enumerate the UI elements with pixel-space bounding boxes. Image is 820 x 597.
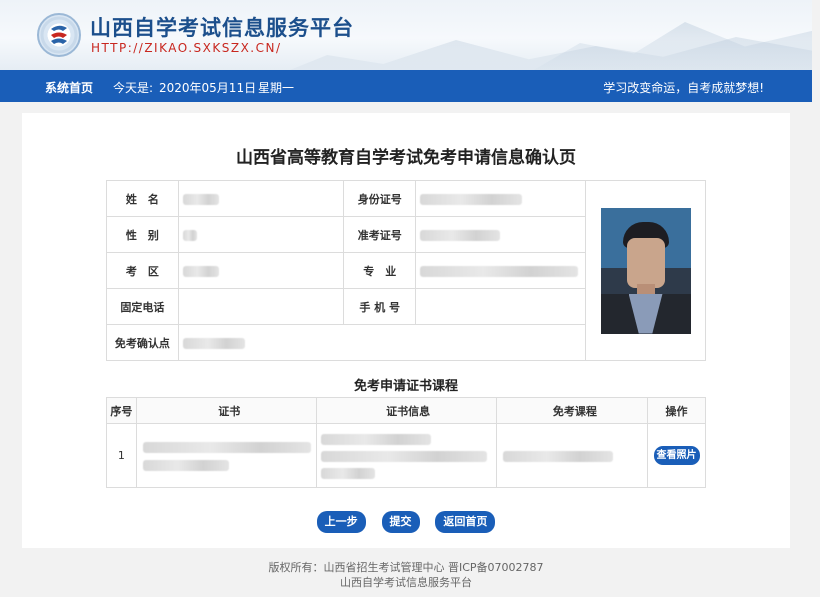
redacted-text bbox=[182, 193, 219, 205]
col-header-cert: 证书 bbox=[135, 397, 317, 424]
applicant-info-table: 姓 名 身份证号 性 别 准考证号 考 区 专 业 固定电话 手 机 号 免考确… bbox=[106, 180, 706, 361]
site-logo-icon[interactable] bbox=[37, 13, 81, 57]
redacted-text bbox=[182, 265, 219, 277]
col-header-op: 操作 bbox=[647, 397, 706, 424]
redacted-text bbox=[502, 450, 613, 462]
area-value bbox=[177, 252, 345, 289]
back-home-button[interactable]: 返回首页 bbox=[435, 511, 496, 533]
gender-label: 性 别 bbox=[106, 216, 179, 253]
id-number-label: 身份证号 bbox=[343, 180, 417, 217]
action-buttons: 上一步 提交 返回首页 bbox=[22, 511, 790, 533]
page-footer: 版权所有：山西省招生考试管理中心 晋ICP备07002787 山西自学考试信息服… bbox=[0, 560, 812, 590]
exam-site-value bbox=[177, 324, 587, 361]
course-value bbox=[495, 423, 649, 488]
exam-number-label: 准考证号 bbox=[343, 216, 417, 253]
banner-mountain-decoration bbox=[520, 22, 812, 70]
nav-slogan: 学习改变命运，自考成就梦想! bbox=[603, 81, 764, 95]
cert-value bbox=[135, 423, 317, 488]
footer-site-name: 山西自学考试信息服务平台 bbox=[340, 576, 472, 589]
redacted-text bbox=[320, 468, 375, 479]
name-label: 姓 名 bbox=[106, 180, 179, 217]
header-banner: 山西自学考试信息服务平台 HTTP://ZIKAO.SXKSZX.CN/ bbox=[0, 0, 812, 70]
view-photo-button[interactable]: 查看照片 bbox=[653, 446, 700, 465]
redacted-text bbox=[320, 433, 431, 445]
op-cell: 查看照片 bbox=[647, 423, 706, 488]
cert-info-value bbox=[315, 423, 497, 488]
major-label: 专 业 bbox=[343, 252, 417, 289]
table-row: 1 查看照片 bbox=[106, 423, 706, 488]
redacted-text bbox=[182, 337, 245, 349]
redacted-text bbox=[420, 265, 579, 277]
redacted-text bbox=[142, 459, 229, 471]
date-label: 今天是: bbox=[113, 81, 154, 95]
nav-home-link[interactable]: 系统首页 bbox=[45, 79, 93, 96]
redacted-text bbox=[420, 193, 523, 205]
col-header-no: 序号 bbox=[106, 397, 137, 424]
major-value bbox=[415, 252, 587, 289]
mobile-value bbox=[415, 288, 587, 325]
current-weekday: 星期一 bbox=[258, 81, 295, 95]
redacted-text bbox=[142, 442, 311, 453]
photo-cell bbox=[585, 180, 706, 361]
courses-section-title: 免考申请证书课程 bbox=[353, 379, 458, 394]
exam-number-value bbox=[415, 216, 587, 253]
applicant-photo bbox=[600, 207, 691, 334]
page-title: 山西省高等教育自学考试免考申请信息确认页 bbox=[236, 148, 576, 168]
site-title: 山西自学考试信息服务平台 bbox=[90, 16, 354, 40]
site-url[interactable]: HTTP://ZIKAO.SXKSZX.CN/ bbox=[91, 41, 282, 55]
courses-table: 序号 证书 证书信息 免考课程 操作 1 查看照片 bbox=[106, 397, 706, 488]
gender-value bbox=[177, 216, 345, 253]
area-label: 考 区 bbox=[106, 252, 179, 289]
redacted-text bbox=[420, 229, 501, 241]
main-panel: 山西省高等教育自学考试免考申请信息确认页 姓 名 身份证号 性 别 准考证号 考… bbox=[22, 113, 790, 548]
submit-button[interactable]: 提交 bbox=[381, 511, 420, 533]
prev-step-button[interactable]: 上一步 bbox=[316, 511, 366, 533]
phone-label: 固定电话 bbox=[106, 288, 179, 325]
row-number: 1 bbox=[106, 423, 137, 488]
exam-site-label: 免考确认点 bbox=[106, 324, 179, 361]
footer-copyright: 版权所有：山西省招生考试管理中心 晋ICP备07002787 bbox=[268, 561, 544, 574]
col-header-course: 免考课程 bbox=[495, 397, 649, 424]
id-number-value bbox=[415, 180, 587, 217]
redacted-text bbox=[320, 451, 487, 462]
phone-value bbox=[177, 288, 345, 325]
col-header-cert-info: 证书信息 bbox=[315, 397, 497, 424]
top-navbar: 系统首页 今天是: 2020年05月11日 星期一 学习改变命运，自考成就梦想! bbox=[0, 70, 812, 102]
mobile-label: 手 机 号 bbox=[343, 288, 417, 325]
current-date: 2020年05月11日 bbox=[159, 81, 257, 95]
name-value bbox=[177, 180, 345, 217]
table-header-row: 序号 证书 证书信息 免考课程 操作 bbox=[106, 397, 706, 424]
redacted-text bbox=[182, 229, 197, 241]
